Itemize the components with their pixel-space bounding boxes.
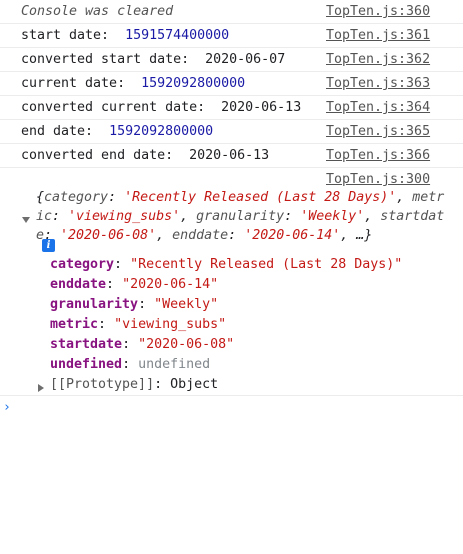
info-icon[interactable]: i (42, 239, 55, 252)
source-link[interactable]: TopTen.js:364 (326, 100, 430, 116)
console-message-cleared: Console was cleared TopTen.js:360 (0, 0, 463, 24)
log-label: converted end date: 2020-06-13 (21, 148, 270, 163)
log-value: 1592092800000 (109, 124, 214, 139)
source-link[interactable]: TopTen.js:361 (326, 28, 430, 44)
console-input[interactable] (18, 398, 458, 418)
log-label: start date: 1591574400000 (21, 28, 230, 43)
log-label: converted current date: 2020-06-13 (21, 100, 302, 115)
console-message: converted start date: 2020-06-07 TopTen.… (0, 48, 463, 72)
log-value: 1592092800000 (141, 76, 246, 91)
log-label: converted start date: 2020-06-07 (21, 52, 286, 67)
collapse-triangle-icon[interactable] (22, 217, 30, 223)
source-link[interactable]: TopTen.js:360 (326, 4, 430, 20)
prototype-property[interactable]: [[Prototype]]: Object (50, 376, 218, 394)
log-label: current date: 1592092800000 (21, 76, 246, 91)
console-message: converted current date: 2020-06-13 TopTe… (0, 96, 463, 120)
cleared-message: Console was cleared (21, 4, 174, 19)
object-property: enddate: "2020-06-14" (50, 277, 219, 292)
object-property: category: "Recently Released (Last 28 Da… (50, 257, 403, 272)
object-preview[interactable]: {category: 'Recently Released (Last 28 D… (36, 188, 446, 245)
object-property: undefined: undefined (50, 357, 211, 372)
console-message: end date: 1592092800000 TopTen.js:365 (0, 120, 463, 144)
log-value: 2020-06-07 (205, 52, 286, 67)
object-property: metric: "viewing_subs" (50, 317, 227, 332)
console-message: converted end date: 2020-06-13 TopTen.js… (0, 144, 463, 168)
prompt-chevron-icon: › (3, 400, 11, 415)
expand-triangle-icon[interactable] (38, 384, 44, 392)
log-value: 2020-06-13 (189, 148, 270, 163)
log-label: end date: 1592092800000 (21, 124, 214, 139)
console-message: current date: 1592092800000 TopTen.js:36… (0, 72, 463, 96)
console-message: start date: 1591574400000 TopTen.js:361 (0, 24, 463, 48)
object-property: startdate: "2020-06-08" (50, 337, 235, 352)
log-value: 2020-06-13 (221, 100, 302, 115)
source-link[interactable]: TopTen.js:365 (326, 124, 430, 140)
log-value: 1591574400000 (125, 28, 230, 43)
source-link[interactable]: TopTen.js:300 (326, 172, 430, 188)
source-link[interactable]: TopTen.js:363 (326, 76, 430, 92)
console-object-message: TopTen.js:300 {category: 'Recently Relea… (0, 168, 463, 396)
object-property: granularity: "Weekly" (50, 297, 219, 312)
source-link[interactable]: TopTen.js:366 (326, 148, 430, 164)
source-link[interactable]: TopTen.js:362 (326, 52, 430, 68)
